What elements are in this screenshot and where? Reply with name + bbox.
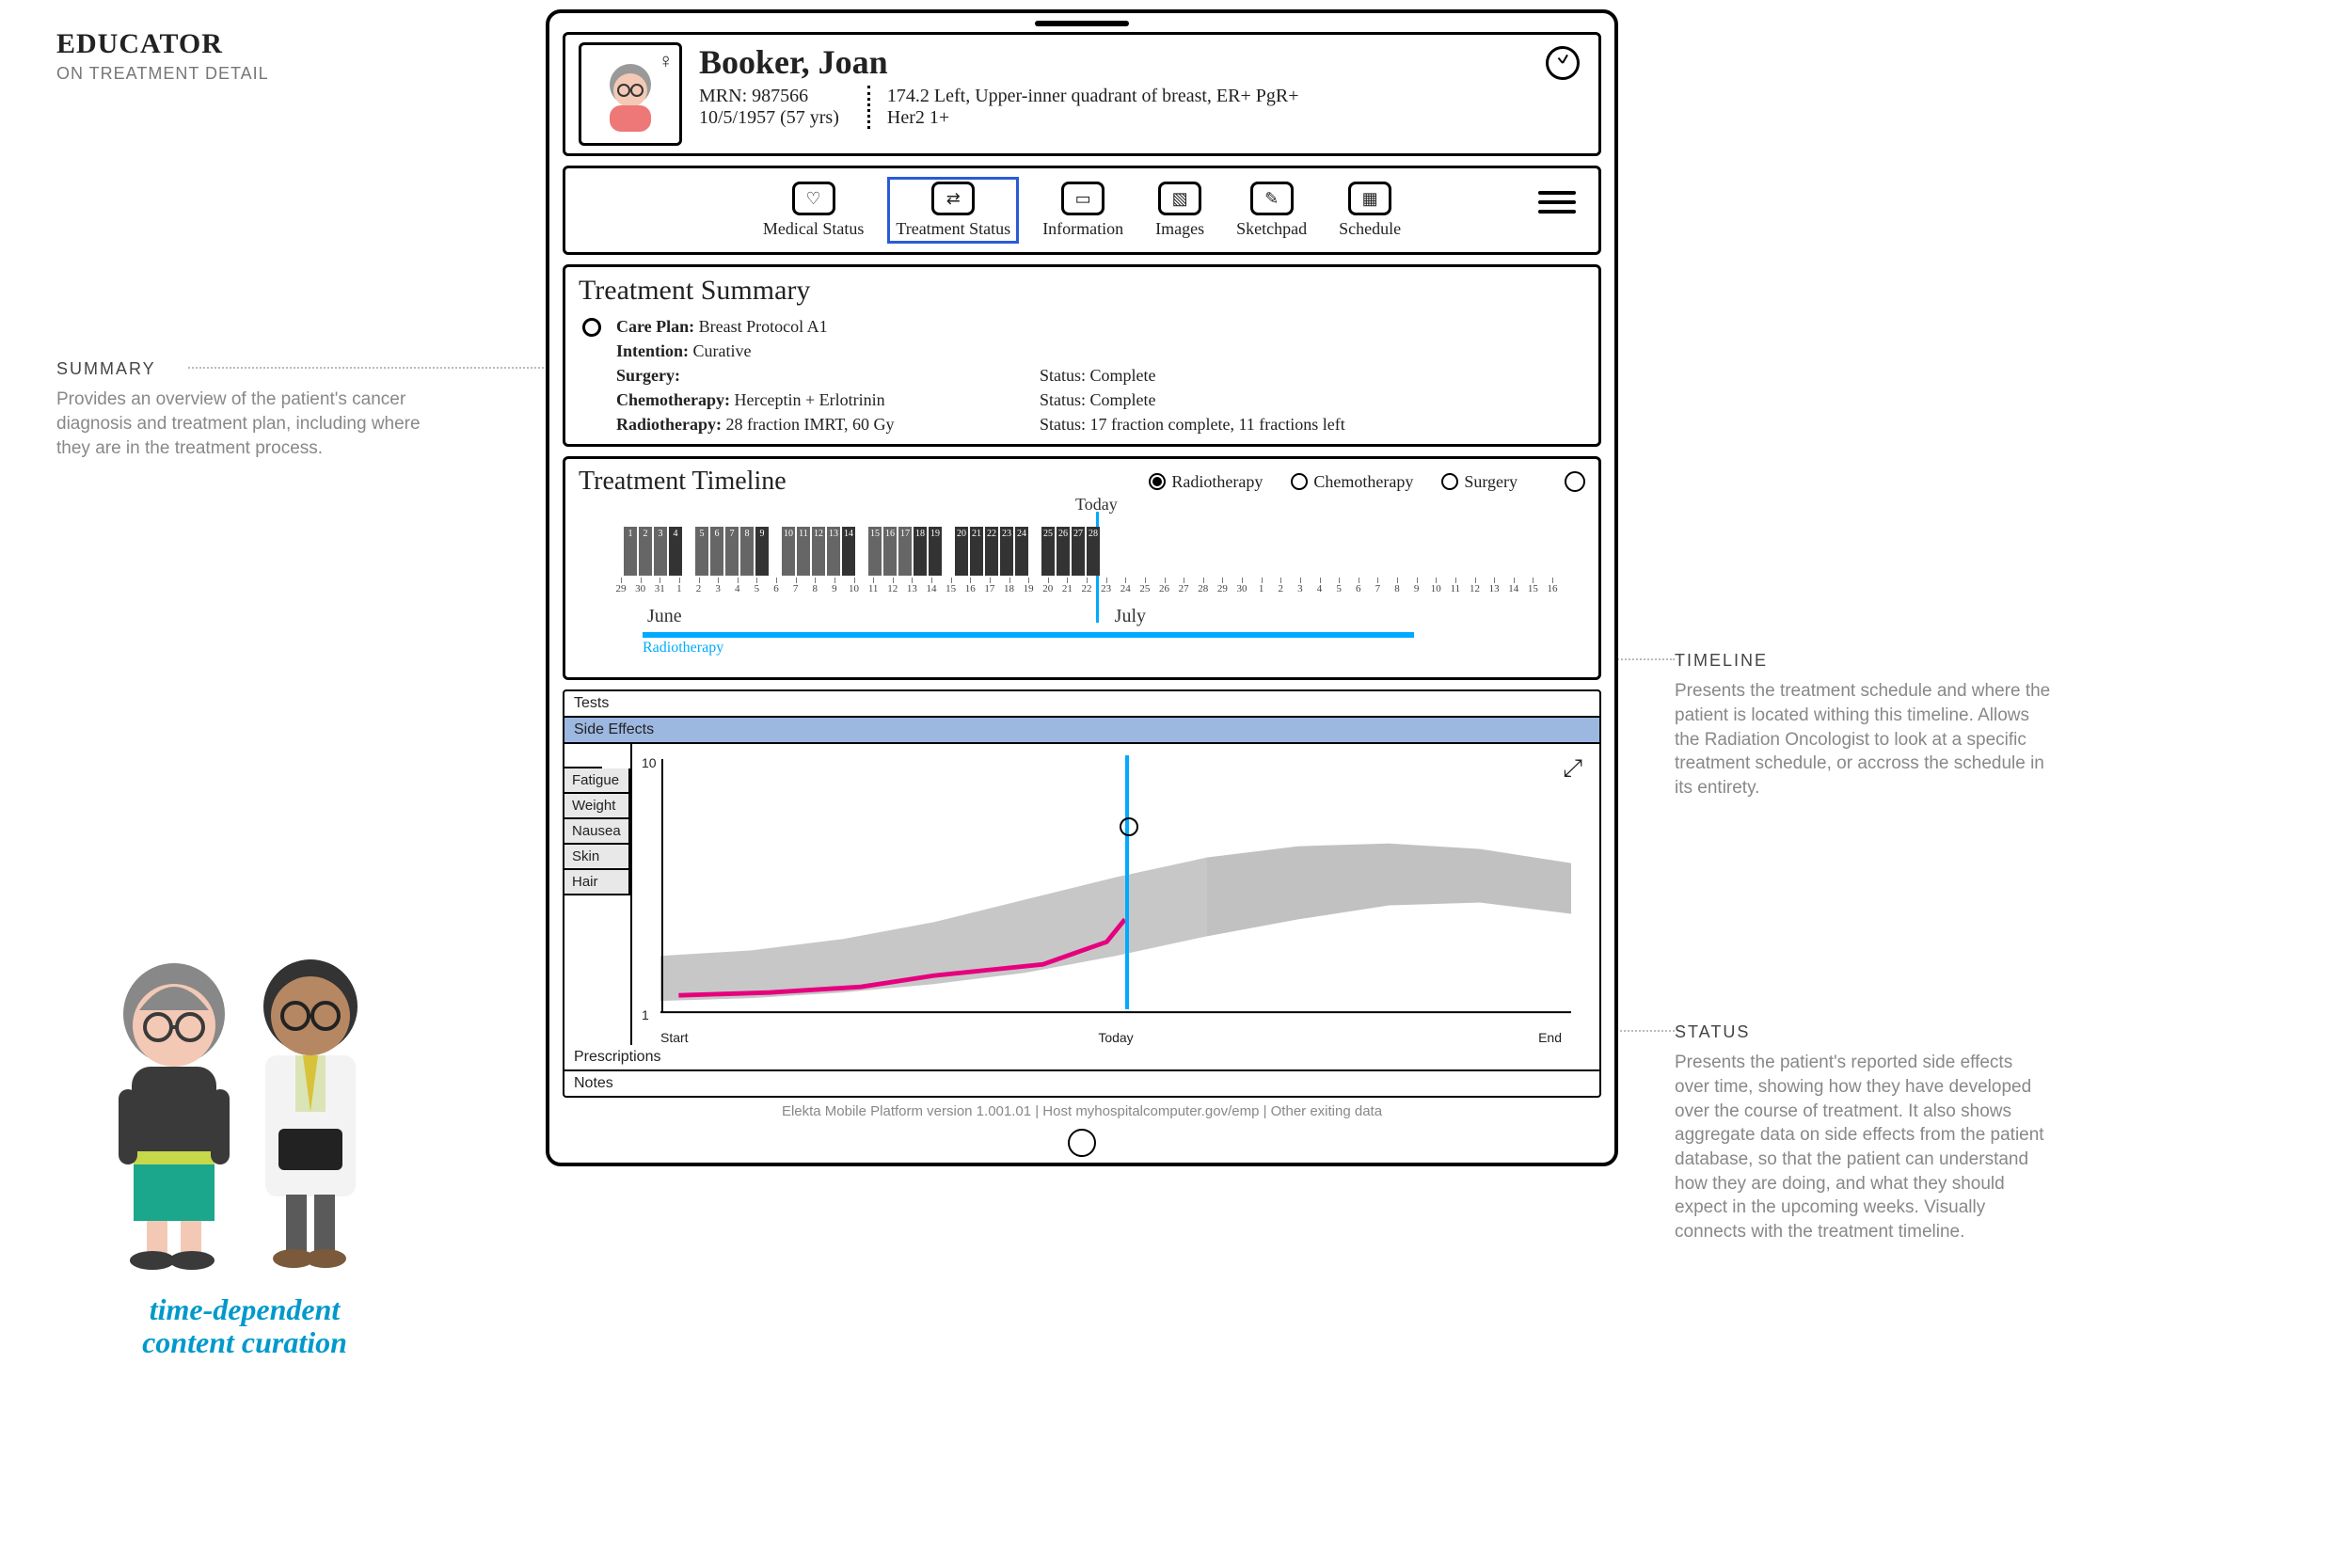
annot-status-head: STATUS (1675, 1021, 2051, 1043)
footer-status: Elekta Mobile Platform version 1.001.01 … (563, 1098, 1601, 1125)
gender-icon: ♀ (659, 49, 675, 73)
heart-icon: ♡ (792, 182, 835, 215)
patient-dob: 10/5/1957 (57 yrs) (699, 107, 839, 129)
treatment-timeline: Treatment Timeline Radiotherapy Chemothe… (563, 456, 1601, 680)
treatment-summary: Treatment Summary Care Plan: Breast Prot… (563, 264, 1601, 447)
month-july: July (1115, 606, 1146, 627)
illus-caption-2: content curation (142, 1325, 347, 1359)
annot-status-body: Presents the patient's reported side eff… (1675, 1051, 2051, 1243)
tab-medical-status[interactable]: ♡Medical Status (755, 178, 871, 243)
tablet-frame: ♀ Booker, Joan MRN: 987566 10/5/1957 (57… (546, 9, 1618, 1166)
mrn-label: MRN: (699, 86, 747, 106)
radio-chemotherapy[interactable]: Chemotherapy (1291, 471, 1413, 492)
sliders-icon: ⇄ (931, 182, 975, 215)
tab-sketchpad[interactable]: ✎Sketchpad (1229, 178, 1314, 243)
timeline-expand[interactable] (1565, 471, 1585, 492)
radio-surgery[interactable]: Surgery (1441, 471, 1518, 492)
annot-summary-body: Provides an overview of the patient's ca… (56, 388, 433, 460)
avatar: ♀ (579, 42, 682, 146)
side-effects-panel: Tests Side Effects Fatigue Weight Nausea… (563, 689, 1601, 1098)
pencil-icon: ✎ (1250, 182, 1294, 215)
bullet-icon (582, 318, 601, 337)
patient-header: ♀ Booker, Joan MRN: 987566 10/5/1957 (57… (563, 32, 1601, 156)
radio-radiotherapy[interactable]: Radiotherapy (1149, 471, 1263, 492)
clock-icon[interactable] (1546, 46, 1580, 80)
month-june: June (647, 606, 682, 627)
se-tab-nausea[interactable]: Nausea (564, 819, 630, 845)
hamburger-menu[interactable] (1538, 191, 1576, 214)
timeline-title: Treatment Timeline (579, 467, 787, 497)
se-tab-fatigue[interactable]: Fatigue (564, 768, 630, 794)
timeline-band-label: Radiotherapy (643, 640, 723, 657)
page-title: EDUCATOR (56, 28, 452, 60)
y-axis-bot: 1 (642, 1007, 649, 1022)
illus-caption-1: time-dependent (150, 1292, 341, 1326)
x-today: Today (1098, 1030, 1133, 1045)
timeline-band (643, 632, 1414, 638)
y-axis-top: 10 (642, 755, 657, 770)
se-tab-skin[interactable]: Skin (564, 845, 630, 870)
grid-icon: ▦ (1348, 182, 1391, 215)
chart-today-line-icon (1125, 755, 1129, 1009)
book-icon: ▭ (1061, 182, 1104, 215)
annot-timeline-body: Presents the treatment schedule and wher… (1675, 679, 2051, 800)
annot-summary-head: SUMMARY (56, 357, 433, 380)
annot-timeline-head: TIMELINE (1675, 649, 2051, 672)
patient-name: Booker, Joan (699, 42, 1585, 82)
tests-row[interactable]: Tests (564, 691, 1599, 718)
se-tab-weight[interactable]: Weight (564, 794, 630, 819)
summary-title: Treatment Summary (579, 275, 1585, 307)
side-effects-row[interactable]: Side Effects (564, 718, 1599, 744)
x-end: End (1538, 1030, 1562, 1045)
timeline-bars: 1234 56789 1011121314 1516171819 2021222… (624, 517, 1559, 576)
prescriptions-row[interactable]: Prescriptions (564, 1045, 1599, 1071)
section-tabs: ♡Medical Status ⇄Treatment Status ▭Infor… (563, 166, 1601, 255)
tab-schedule[interactable]: ▦Schedule (1331, 178, 1408, 243)
x-start: Start (660, 1030, 689, 1045)
page-subtitle: ON TREATMENT DETAIL (56, 64, 452, 84)
tab-information[interactable]: ▭Information (1035, 178, 1131, 243)
persona-illustration: time-dependent content curation (56, 941, 433, 1359)
notes-row[interactable]: Notes (564, 1071, 1599, 1096)
patient-diagnosis: 174.2 Left, Upper-inner quadrant of brea… (867, 86, 1319, 129)
tab-images[interactable]: ▧Images (1148, 178, 1212, 243)
side-effect-chart: ⤢ 10 1 Start Today End (630, 744, 1599, 1045)
se-tab-hair[interactable]: Hair (564, 870, 630, 895)
tab-treatment-status[interactable]: ⇄Treatment Status (888, 178, 1018, 243)
image-icon: ▧ (1158, 182, 1201, 215)
mrn-value: 987566 (752, 86, 808, 106)
